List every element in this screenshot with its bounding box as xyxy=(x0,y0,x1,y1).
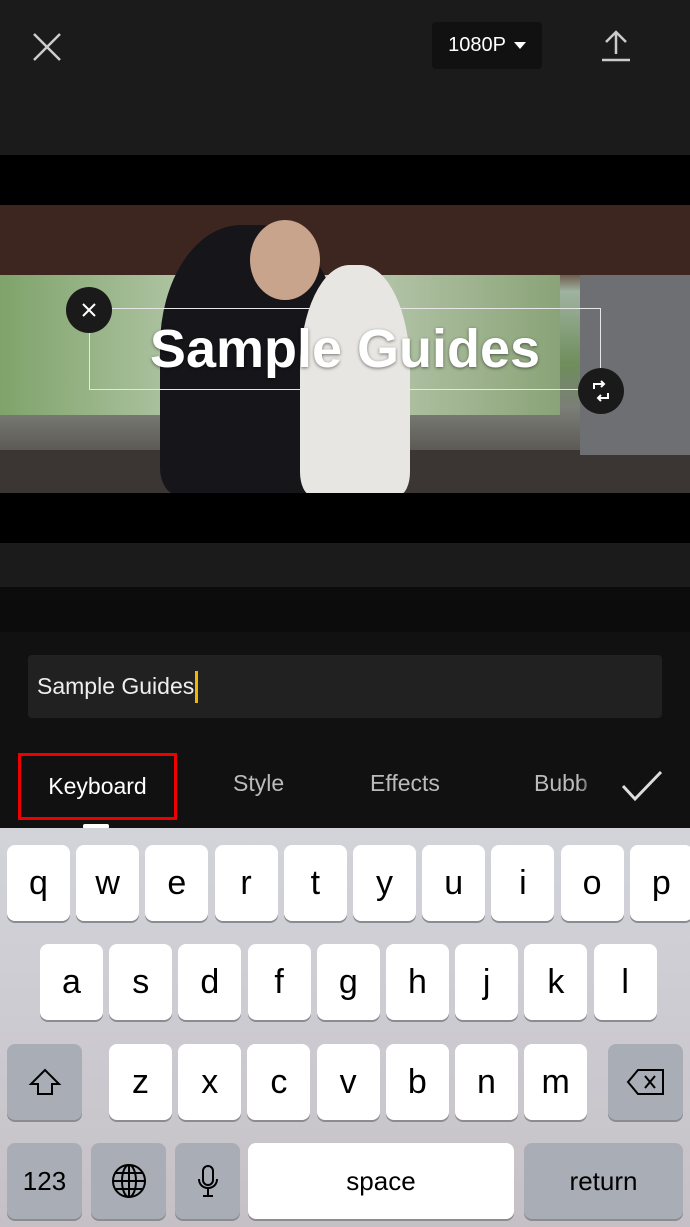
key-c[interactable]: c xyxy=(247,1044,311,1120)
key-j[interactable]: j xyxy=(455,944,519,1020)
key-e[interactable]: e xyxy=(145,845,209,921)
key-g[interactable]: g xyxy=(316,944,380,1020)
timeline-area xyxy=(0,587,690,632)
tab-bubble[interactable]: Bubb xyxy=(534,770,598,797)
key-h[interactable]: h xyxy=(386,944,449,1020)
key-n[interactable]: n xyxy=(455,1044,518,1120)
numbers-key[interactable]: 123 xyxy=(7,1143,82,1219)
key-m[interactable]: m xyxy=(524,1044,588,1120)
tab-effects[interactable]: Effects xyxy=(370,770,440,797)
globe-icon xyxy=(111,1164,146,1198)
return-key[interactable]: return xyxy=(524,1143,683,1219)
key-y[interactable]: y xyxy=(353,845,416,921)
resolution-label: 1080P xyxy=(448,34,506,56)
key-p[interactable]: p xyxy=(629,845,690,921)
tab-label: Keyboard xyxy=(48,773,147,799)
text-input[interactable]: Sample Guides xyxy=(28,655,662,718)
caret-down-icon xyxy=(513,42,526,49)
upload-icon[interactable] xyxy=(598,28,634,64)
key-x[interactable]: x xyxy=(178,1044,242,1120)
text-caret xyxy=(195,670,199,703)
close-icon xyxy=(82,303,96,317)
tab-keyboard[interactable]: Keyboard xyxy=(18,753,177,820)
key-i[interactable]: i xyxy=(491,845,555,921)
backspace-icon xyxy=(626,1069,664,1095)
key-u[interactable]: u xyxy=(422,845,486,921)
key-v[interactable]: v xyxy=(316,1044,380,1120)
top-bar xyxy=(0,0,690,155)
key-d[interactable]: d xyxy=(178,944,242,1020)
key-f[interactable]: f xyxy=(247,944,311,1020)
shift-icon xyxy=(28,1068,61,1095)
key-k[interactable]: k xyxy=(524,944,588,1020)
delete-key[interactable] xyxy=(608,1044,683,1120)
resolution-dropdown[interactable]: 1080P xyxy=(432,22,542,69)
close-icon[interactable] xyxy=(30,30,64,64)
key-a[interactable]: a xyxy=(40,944,103,1020)
key-z[interactable]: z xyxy=(109,1044,172,1120)
globe-key[interactable] xyxy=(91,1143,166,1219)
key-q[interactable]: q xyxy=(7,845,70,921)
space-key[interactable]: space xyxy=(248,1143,514,1219)
key-b[interactable]: b xyxy=(385,1044,449,1120)
rotate-scale-handle[interactable] xyxy=(578,368,624,414)
key-o[interactable]: o xyxy=(560,845,624,921)
delete-text-button[interactable] xyxy=(66,287,112,333)
key-r[interactable]: r xyxy=(214,845,278,921)
text-input-value: Sample Guides xyxy=(37,673,195,699)
key-t[interactable]: t xyxy=(283,845,347,921)
dictation-key[interactable] xyxy=(175,1143,240,1219)
text-overlay[interactable]: Sample Guides xyxy=(89,308,601,390)
microphone-icon xyxy=(197,1165,218,1197)
key-w[interactable]: w xyxy=(76,845,140,921)
check-icon[interactable] xyxy=(620,768,664,804)
tab-style[interactable]: Style xyxy=(233,770,284,797)
key-l[interactable]: l xyxy=(593,944,657,1020)
toolbar-area xyxy=(0,543,690,587)
key-s[interactable]: s xyxy=(109,944,173,1020)
rotate-icon xyxy=(593,380,609,402)
shift-key[interactable] xyxy=(7,1044,82,1120)
